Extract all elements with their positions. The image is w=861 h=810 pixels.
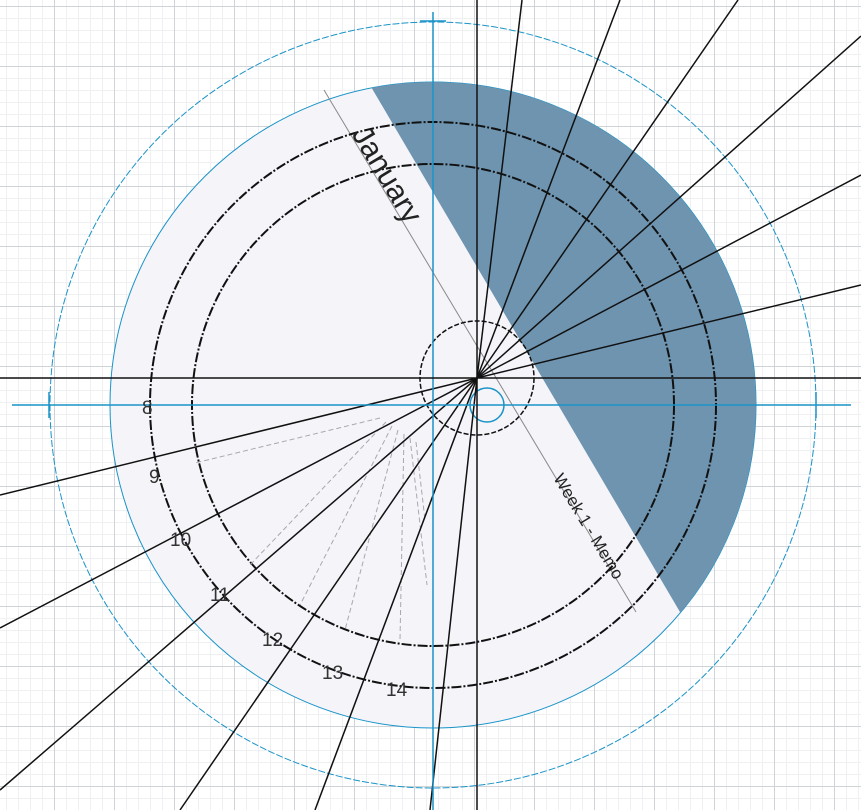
clock-dial-diagram: January Week 1 - Memo 8 9 10 11 12 13 14 [0,0,861,810]
hour-label: 12 [262,630,283,651]
hour-label: 10 [170,530,191,551]
hour-label: 9 [149,467,160,488]
hour-label: 13 [322,663,343,684]
hour-label: 14 [386,680,408,701]
hour-label: 8 [142,398,153,419]
hour-label: 11 [210,585,230,606]
